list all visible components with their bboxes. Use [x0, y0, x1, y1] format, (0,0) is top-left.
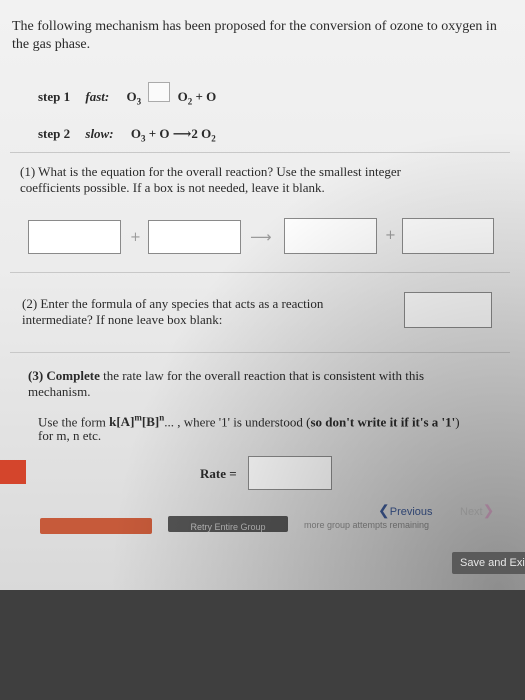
step-1-equation: O3 O2 + O — [126, 82, 217, 107]
divider — [10, 352, 510, 353]
product-box-2[interactable] — [402, 218, 494, 254]
form-dots: ... , where '1' is understood ( — [164, 414, 311, 430]
form-expr: k[A] — [109, 414, 135, 430]
divider — [10, 152, 510, 153]
attempts-remaining: more group attempts remaining — [304, 520, 430, 530]
step-1-speed: fast: — [85, 88, 110, 104]
equilibrium-arrow-icon — [148, 82, 171, 102]
retry-group-button[interactable]: Retry Entire Group — [168, 516, 288, 532]
step-2-equation: O3 + O ⟶2 O2 — [130, 126, 216, 144]
next-label: Next — [460, 506, 483, 518]
plus-sign: + — [385, 228, 396, 243]
step-2-rhs: 2 O — [191, 126, 212, 141]
step-2-lhs-extra: + O — [145, 126, 173, 141]
submit-answer-button[interactable] — [40, 518, 152, 534]
step-1-product: O — [177, 88, 188, 104]
step-1-label: step 1 — [38, 88, 71, 104]
step-2-label: step 2 — [38, 126, 71, 141]
intro-text: The following mechanism has been propose… — [12, 19, 497, 52]
step-1-reactant: O — [126, 88, 137, 104]
step-2: step 2 slow: O3 + O ⟶2 O2 — [38, 126, 216, 144]
reaction-arrow-icon: ⟶ — [172, 126, 192, 141]
chevron-right-icon: ❯ — [482, 502, 495, 518]
product-box-1[interactable] — [284, 218, 377, 254]
step-1: step 1 fast: O3 O2 + O — [38, 82, 217, 108]
form-end: ) — [455, 414, 460, 430]
form-m: m — [134, 413, 142, 423]
question-1-text: (1) What is the equation for the overall… — [20, 164, 401, 195]
next-button[interactable]: Next❯ — [460, 502, 494, 519]
plus-sign: + — [130, 230, 141, 245]
rate-law-instructions-2: for m, n etc. — [38, 428, 102, 443]
reactant-box-1[interactable] — [28, 220, 121, 254]
step-2-rhs-sub: 2 — [211, 133, 216, 144]
side-tab[interactable] — [0, 460, 26, 484]
previous-button[interactable]: ❮Previous — [378, 502, 433, 519]
save-and-exit-button[interactable]: Save and Exit — [452, 552, 525, 574]
rate-label: Rate = — [200, 466, 237, 481]
question-2-text: (2) Enter the formula of any species tha… — [22, 296, 324, 327]
previous-label: Previous — [389, 506, 433, 518]
rate-law-input[interactable] — [248, 456, 332, 490]
step-1-product-extra: + O — [192, 88, 217, 104]
form-bold: so don't write it if it's a '1' — [310, 414, 456, 430]
step-1-reactant-sub: 3 — [136, 96, 142, 107]
question-3-bold: (3) Complete — [28, 368, 100, 383]
chevron-left-icon: ❮ — [378, 502, 390, 518]
question-panel: The following mechanism has been propose… — [0, 0, 525, 590]
reactant-box-2[interactable] — [148, 220, 241, 254]
intermediate-box[interactable] — [404, 292, 492, 328]
step-2-speed: slow: — [85, 126, 114, 141]
divider — [10, 272, 510, 273]
reaction-arrow-icon: ⟶ — [250, 228, 272, 246]
step-2-lhs: O — [130, 126, 141, 141]
form-b: [B] — [141, 414, 160, 430]
rate-law-instructions: Use the form k[A]m[B]n... , where '1' is… — [38, 410, 478, 430]
question-3-text: (3) Complete the rate law for the overal… — [28, 368, 468, 400]
